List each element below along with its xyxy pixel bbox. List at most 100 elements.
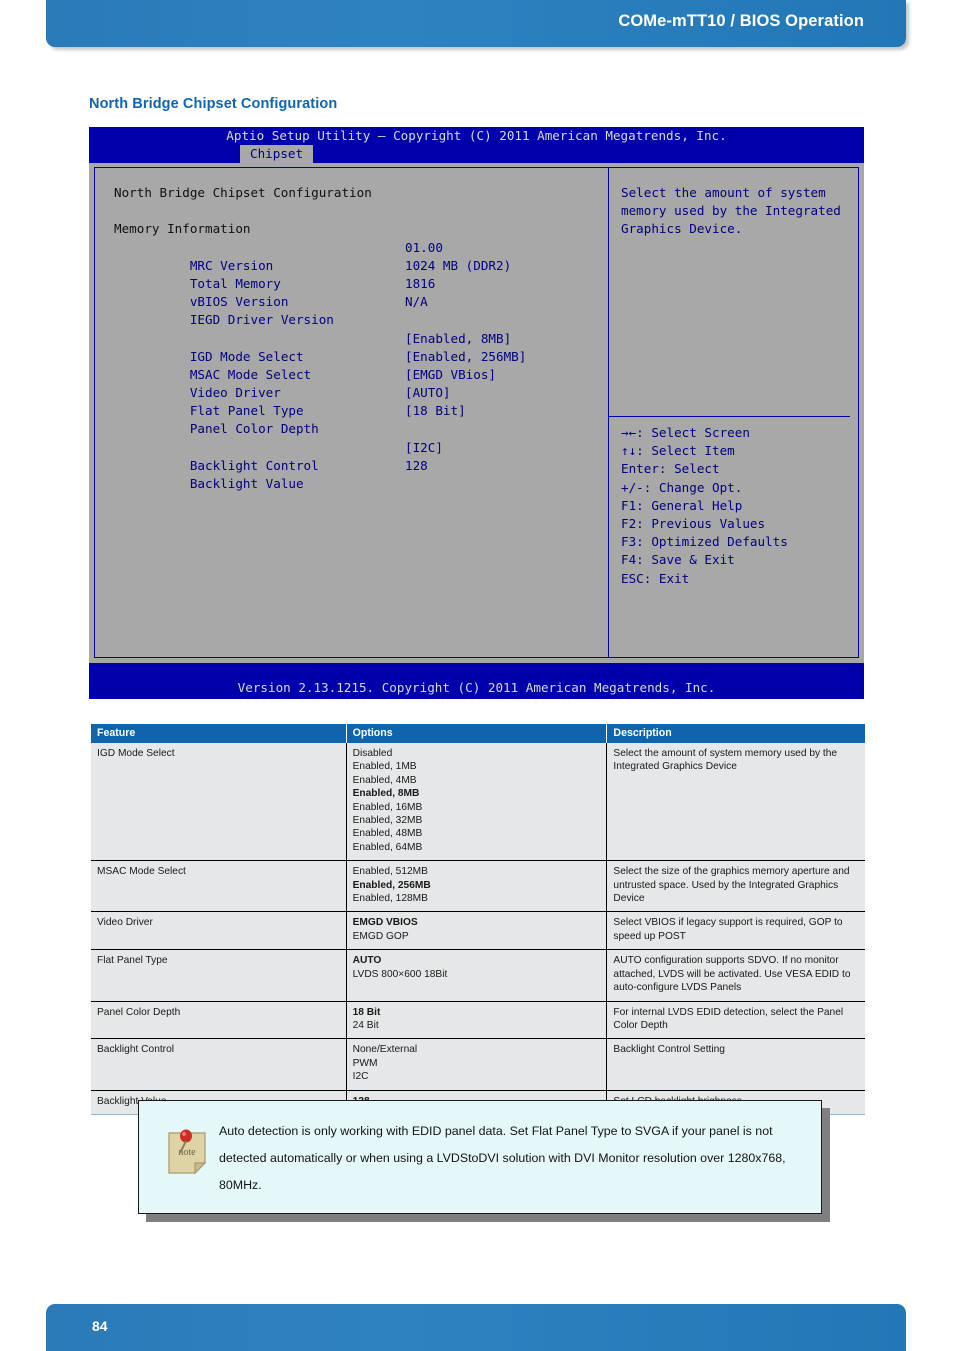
option-item: LVDS 800×600 18Bit — [352, 968, 448, 980]
bios-info-value: 1816 — [405, 275, 436, 291]
option-item: Enabled, 1MB — [352, 761, 417, 773]
bios-screen: Aptio Setup Utility – Copyright (C) 2011… — [89, 127, 864, 699]
key-esc-exit: ESC: Exit — [621, 570, 690, 586]
key-f2-previous-values: F2: Previous Values — [621, 516, 766, 532]
bios-panels: North Bridge Chipset Configuration Memor… — [94, 167, 859, 658]
bios-setting-label: Backlight Value — [189, 476, 304, 492]
bios-setting-igd-mode-select[interactable]: IGD Mode Select [Enabled, 8MB] — [114, 330, 608, 364]
table-row: Flat Panel Type AUTO LVDS 800×600 18Bit AUT… — [91, 949, 865, 1002]
bios-setting-flat-panel-type[interactable]: Flat Panel Type [AUTO] — [114, 384, 608, 418]
bios-setting-label: Panel Color Depth — [189, 421, 319, 437]
bios-setting-value[interactable]: [AUTO] — [405, 384, 451, 402]
cell-options: None/External PWM I2C — [346, 1038, 608, 1091]
cell-feature: MSAC Mode Select — [91, 860, 347, 913]
cell-description: Select the amount of system memory used … — [606, 743, 865, 862]
cell-options: EMGD VBIOS EMGD GOP — [346, 911, 608, 951]
key-f4-save-exit: F4: Save & Exit — [621, 552, 735, 568]
page-number: 84 — [92, 1318, 108, 1334]
key-enter-select: Enter: Select — [621, 461, 720, 477]
cell-options: 18 Bit 24 Bit — [346, 1001, 608, 1040]
option-item: Disabled — [352, 748, 393, 759]
table-body: IGD Mode Select Disabled Enabled, 1MB Enabl… — [91, 743, 865, 1115]
option-item: EMGD GOP — [352, 930, 409, 942]
bios-setting-value[interactable]: [EMGD VBios] — [405, 366, 496, 384]
bios-info-value: 1024 MB (DDR2) — [405, 257, 512, 273]
bios-info-row-iegd-driver-version: IEGD Driver Version N/A — [114, 293, 608, 327]
bios-info-label: IEGD Driver Version — [189, 312, 334, 328]
page-header-bar: COMe-mTT10 / BIOS Operation — [46, 0, 906, 47]
cell-feature: Video Driver — [91, 911, 347, 951]
key-f1-general-help: F1: General Help — [621, 497, 743, 513]
cell-options: Enabled, 512MB Enabled, 256MB Enabled, 128… — [346, 860, 608, 913]
bios-info-value: 01.00 — [405, 239, 443, 255]
note-box: note Auto detection is only working with… — [138, 1100, 822, 1214]
bios-key-legend: →←: Select Screen ↑↓: Select Item Enter:… — [621, 424, 788, 588]
feature-options-table: Feature Options Description IGD Mode Sel… — [91, 724, 865, 1115]
bios-info-row-total-memory: Total Memory 1024 MB (DDR2) — [114, 257, 608, 291]
option-item: Enabled, 128MB — [352, 893, 428, 905]
table-header-row: Feature Options Description — [91, 724, 865, 743]
bios-section-title: North Bridge Chipset Configuration — [114, 185, 372, 200]
cell-feature: Backlight Control — [91, 1038, 347, 1091]
option-item: Enabled, 4MB — [352, 774, 417, 786]
bios-right-panel: Select the amount of system memory used … — [609, 168, 858, 657]
bios-setting-value[interactable]: [Enabled, 8MB] — [405, 330, 511, 348]
column-header-feature: Feature — [91, 724, 347, 743]
option-item: PWM — [352, 1057, 378, 1069]
tab-chipset[interactable]: Chipset — [240, 145, 314, 163]
bios-spacer — [114, 202, 608, 220]
column-header-description: Description — [606, 724, 865, 743]
bios-memory-info-heading: Memory Information — [114, 221, 251, 237]
bios-help-line: Graphics Device. — [621, 221, 743, 237]
option-item: Enabled, 16MB — [352, 801, 423, 813]
page-header-title: COMe-mTT10 / BIOS Operation — [618, 12, 864, 30]
cell-feature: Panel Color Depth — [91, 1001, 347, 1040]
table-row: Panel Color Depth 18 Bit 24 Bit For interna… — [91, 1001, 865, 1040]
bios-info-row-vbios-version: vBIOS Version 1816 — [114, 275, 608, 309]
key-f3-optimized-defaults: F3: Optimized Defaults — [621, 534, 788, 550]
table-row: MSAC Mode Select Enabled, 512MB Enabled, 2… — [91, 860, 865, 913]
column-header-options: Options — [346, 724, 608, 743]
option-item: Enabled, 256MB — [352, 879, 431, 891]
bios-setting-value[interactable]: 128 — [405, 457, 428, 475]
bios-info-row-mrc-version: MRC Version 01.00 — [114, 239, 608, 273]
bios-setting-backlight-control[interactable]: Backlight Control [I2C] — [114, 439, 608, 473]
option-item: Enabled, 32MB — [352, 815, 423, 827]
cell-options: Disabled Enabled, 1MB Enabled, 4MB Enabled,… — [346, 743, 608, 862]
option-item: AUTO — [352, 955, 382, 967]
bios-setting-value[interactable]: [Enabled, 256MB] — [405, 348, 526, 366]
bios-help-line: memory used by the Integrated — [621, 203, 841, 219]
table-row: IGD Mode Select Disabled Enabled, 1MB Enabl… — [91, 743, 865, 862]
table-row: Video Driver EMGD VBIOS EMGD GOP Select VBI… — [91, 911, 865, 951]
bios-tab-row: Chipset — [89, 145, 864, 163]
bios-setting-backlight-value[interactable]: Backlight Value 128 — [114, 457, 608, 491]
key-change-opt: +/-: Change Opt. — [621, 479, 743, 495]
bios-setting-msac-mode-select[interactable]: MSAC Mode Select [Enabled, 256MB] — [114, 348, 608, 382]
sticky-note-icon: note — [165, 1127, 209, 1177]
bios-setting-value[interactable]: [18 Bit] — [405, 402, 466, 420]
bios-left-panel: North Bridge Chipset Configuration Memor… — [95, 168, 609, 657]
key-select-screen: →←: Select Screen — [621, 425, 750, 440]
table-row: Backlight Control None/External PWM I2C Back… — [91, 1038, 865, 1091]
cell-description: Select the size of the graphics memory a… — [606, 860, 865, 913]
bios-version-footer: Version 2.13.1215. Copyright (C) 2011 Am… — [89, 677, 864, 699]
key-select-item: ↑↓: Select Item — [621, 443, 735, 459]
cell-description: Backlight Control Setting — [606, 1038, 865, 1091]
cell-description: For internal LVDS EDID detection, select… — [606, 1001, 865, 1040]
option-item: None/External — [352, 1044, 418, 1056]
option-item: EMGD VBIOS — [352, 917, 418, 929]
bios-body: North Bridge Chipset Configuration Memor… — [89, 163, 864, 663]
option-item: Enabled, 64MB — [352, 841, 423, 853]
bios-setting-video-driver[interactable]: Video Driver [EMGD VBios] — [114, 366, 608, 400]
page-footer-bar: 84 — [46, 1304, 906, 1351]
option-item: I2C — [352, 1071, 369, 1083]
option-item: Enabled, 8MB — [352, 788, 420, 800]
cell-feature: IGD Mode Select — [91, 743, 347, 862]
cell-feature: Flat Panel Type — [91, 949, 347, 1002]
bios-setting-panel-color-depth[interactable]: Panel Color Depth [18 Bit] — [114, 402, 608, 436]
note-text: Auto detection is only working with EDID… — [219, 1124, 786, 1192]
bios-setting-value[interactable]: [I2C] — [405, 439, 443, 457]
option-item: 18 Bit — [352, 1006, 381, 1018]
cell-description: Select VBIOS if legacy support is requir… — [606, 911, 865, 951]
bios-titlebar: Aptio Setup Utility – Copyright (C) 2011… — [89, 127, 864, 145]
